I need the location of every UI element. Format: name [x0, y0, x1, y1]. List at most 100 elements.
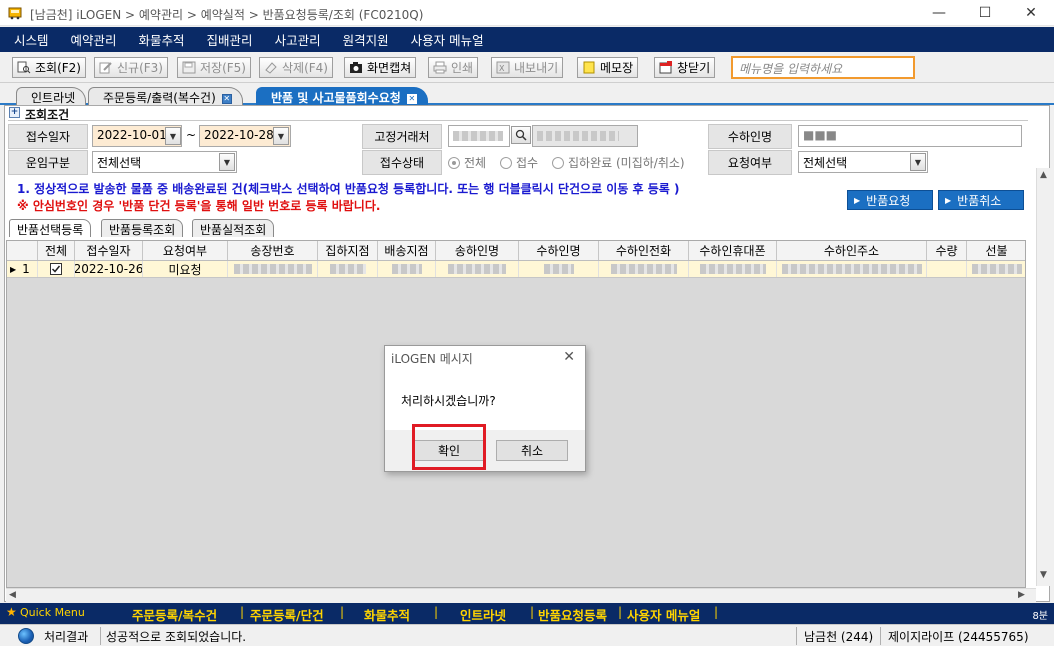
col-header-receiver-phone[interactable]: 수하인전화	[599, 241, 689, 260]
checkbox-checked-icon[interactable]	[50, 263, 62, 275]
dialog-close-icon[interactable]: ✕	[563, 349, 575, 365]
scroll-up-icon[interactable]: ▲	[1040, 170, 1047, 180]
new-button-label: 신규(F3)	[117, 61, 163, 75]
col-header-requested[interactable]: 요청여부	[143, 241, 228, 260]
status-branch: 남금천 (244)	[804, 630, 874, 644]
maximize-button[interactable]: ☐	[962, 0, 1008, 26]
close-window-button[interactable]: 창닫기	[654, 57, 716, 78]
col-header-pickup-branch[interactable]: 집하지점	[318, 241, 378, 260]
receiver-name-input[interactable]: ■■■	[798, 125, 1022, 147]
menu-system[interactable]: 시스템	[14, 30, 49, 49]
save-button[interactable]: 저장(F5)	[177, 57, 251, 78]
window-titlebar: [남금천] iLOGEN > 예약관리 > 예약실적 > 반품요청등록/조회 (…	[0, 0, 1054, 26]
new-button[interactable]: 신규(F3)	[94, 57, 168, 78]
fixed-client-code-input[interactable]	[448, 125, 510, 147]
quick-user-manual[interactable]: 사용자 메뉴얼	[627, 605, 700, 624]
quick-menu-label: Quick Menu	[20, 606, 85, 619]
scroll-right-icon[interactable]: ▶	[1018, 590, 1025, 600]
receipt-status-label: 접수상태	[362, 150, 442, 175]
query-button[interactable]: 조회(F2)	[12, 57, 86, 78]
col-header-all[interactable]: 전체	[38, 241, 75, 260]
request-value: 전체선택	[803, 156, 848, 170]
status-radio-all[interactable]: 전체	[448, 154, 486, 171]
return-cancel-button[interactable]: ▶ 반품취소	[938, 190, 1024, 210]
quick-return-request[interactable]: 반품요청등록	[538, 605, 607, 624]
menu-accident[interactable]: 사고관리	[275, 30, 321, 49]
screen-capture-button[interactable]: 화면캡쳐	[344, 57, 417, 78]
tab-intranet[interactable]: 인트라넷	[16, 87, 87, 105]
tab-order-register[interactable]: 주문등록/출력(복수건) ✕	[88, 87, 243, 105]
menu-search-input[interactable]: 메뉴명을 입력하세요	[731, 56, 915, 79]
menu-delivery[interactable]: 집배관리	[207, 30, 253, 49]
close-button[interactable]: ✕	[1008, 0, 1054, 26]
expand-icon[interactable]: +	[9, 107, 20, 118]
menu-remote-support[interactable]: 원격지원	[343, 30, 389, 49]
subtab-return-query[interactable]: 반품등록조회	[101, 219, 184, 237]
freight-type-dropdown[interactable]: ▼	[219, 153, 235, 171]
arrow-right-icon: ▶	[945, 195, 952, 205]
notice-line-2: ※ 안심번호인 경우 '반품 단건 등록'을 통해 일반 번호로 등록 바랍니다…	[17, 199, 381, 213]
table-row[interactable]: ▶ 1 2022-10-26 미요청	[7, 261, 1025, 278]
tab-return-request[interactable]: 반품 및 사고물품회수요청 ✕	[256, 87, 428, 105]
memo-icon	[583, 61, 595, 74]
subtab-return-results[interactable]: 반품실적조회	[192, 219, 275, 237]
redacted-value	[448, 264, 506, 274]
tab-close-icon[interactable]: ✕	[406, 93, 417, 104]
horizontal-scrollbar[interactable]: ◀ ▶	[6, 588, 1036, 602]
col-header-receiver[interactable]: 수하인명	[519, 241, 599, 260]
quick-separator: |	[434, 605, 439, 619]
minimize-button[interactable]: —	[916, 0, 962, 26]
menu-bar: 시스템 예약관리 화물추적 집배관리 사고관리 원격지원 사용자 메뉴얼	[0, 27, 1054, 52]
col-header-prepaid[interactable]: 선불	[967, 241, 1025, 260]
menu-tracking[interactable]: 화물추적	[139, 30, 185, 49]
quick-order-single[interactable]: 주문등록/단건	[250, 605, 324, 624]
menu-reservation[interactable]: 예약관리	[71, 30, 117, 49]
date-to-dropdown[interactable]: ▼	[273, 127, 289, 145]
col-header-date[interactable]: 접수일자	[75, 241, 143, 260]
dialog-cancel-button[interactable]: 취소	[496, 440, 568, 461]
col-header-sender[interactable]: 송하인명	[436, 241, 519, 260]
delete-button[interactable]: 삭제(F4)	[259, 57, 333, 78]
print-button-label: 인쇄	[451, 61, 474, 75]
request-label: 요청여부	[708, 150, 792, 175]
scroll-left-icon[interactable]: ◀	[9, 590, 16, 600]
fixed-client-name-input[interactable]	[532, 125, 638, 147]
col-header-receiver-mobile[interactable]: 수하인휴대폰	[689, 241, 777, 260]
vertical-scrollbar[interactable]: ▲ ▼	[1036, 168, 1050, 586]
request-select[interactable]: 전체선택	[798, 151, 928, 173]
redacted-value	[391, 264, 422, 274]
subtab-return-select[interactable]: 반품선택등록	[9, 219, 92, 237]
quick-separator: |	[340, 605, 345, 619]
request-dropdown[interactable]: ▼	[910, 153, 926, 171]
freight-type-select[interactable]: 전체선택	[92, 151, 237, 173]
tab-order-register-label: 주문등록/출력(복수건)	[103, 91, 216, 105]
client-search-button[interactable]	[511, 126, 531, 144]
print-button[interactable]: 인쇄	[428, 57, 479, 78]
quick-tracking[interactable]: 화물추적	[364, 605, 410, 624]
scroll-down-icon[interactable]: ▼	[1040, 570, 1047, 580]
status-divider	[880, 627, 881, 645]
quick-order-multi[interactable]: 주문등록/복수건	[132, 605, 217, 624]
close-window-label: 창닫기	[677, 61, 711, 75]
date-from-value: 2022-10-01	[97, 128, 167, 142]
redacted-value	[537, 130, 619, 141]
date-from-dropdown[interactable]: ▼	[165, 127, 181, 145]
status-radio-received[interactable]: 접수	[500, 154, 538, 171]
status-all-label: 전체	[464, 156, 487, 170]
magnifier-icon	[515, 129, 527, 141]
row-checkbox-cell[interactable]	[38, 261, 75, 277]
col-header-invoice[interactable]: 송장번호	[228, 241, 318, 260]
menu-user-manual[interactable]: 사용자 메뉴얼	[411, 30, 484, 49]
col-header-delivery-branch[interactable]: 배송지점	[378, 241, 436, 260]
export-button[interactable]: X 내보내기	[491, 57, 564, 78]
excel-icon: X	[496, 61, 510, 74]
return-request-button[interactable]: ▶ 반품요청	[847, 190, 933, 210]
tab-close-icon[interactable]: ✕	[221, 93, 232, 104]
col-header-receiver-address[interactable]: 수하인주소	[777, 241, 927, 260]
delete-button-label: 삭제(F4)	[282, 61, 328, 75]
minimize-icon: —	[932, 5, 946, 21]
quick-intranet[interactable]: 인트라넷	[460, 605, 506, 624]
status-radio-picked-up[interactable]: 집하완료 (미집하/취소)	[552, 154, 685, 171]
col-header-quantity[interactable]: 수량	[927, 241, 967, 260]
memo-button[interactable]: 메모장	[577, 57, 639, 78]
